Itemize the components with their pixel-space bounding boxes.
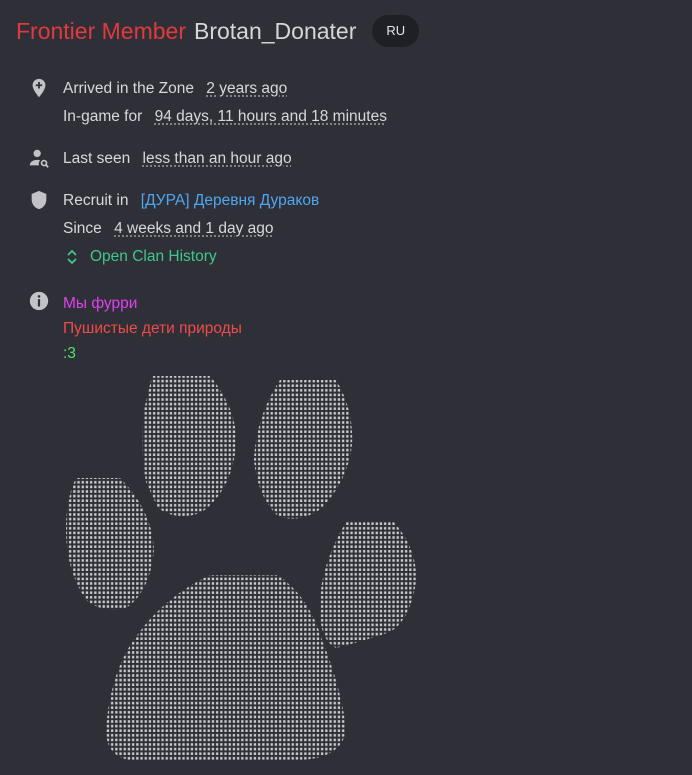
ingame-value[interactable]: 94 days, 11 hours and 18 minutes: [155, 108, 387, 125]
bio-line-3: :3: [63, 345, 76, 362]
open-clan-history-button[interactable]: Open Clan History: [66, 248, 217, 266]
lastseen-label: Last seen: [63, 150, 131, 167]
lastseen-value[interactable]: less than an hour ago: [143, 150, 292, 167]
arrived-label: Arrived in the Zone: [63, 80, 194, 97]
paw-ascii-art: [60, 370, 420, 765]
profile-header: Frontier Member Brotan_Donater RU: [16, 15, 420, 47]
player-username: Brotan_Donater: [193, 17, 357, 44]
lastseen-row: Last seen less than an hour ago: [63, 150, 292, 168]
open-clan-history-label: Open Clan History: [90, 248, 217, 265]
bio-line-2: Пушистые дети природы: [63, 320, 242, 337]
ingame-row: In-game for 94 days, 11 hours and 18 min…: [63, 108, 387, 126]
arrived-value[interactable]: 2 years ago: [206, 80, 287, 97]
location-pin-plus-icon: [28, 77, 50, 99]
user-search-icon: [28, 147, 50, 169]
bio-line-1: Мы фурри: [63, 295, 138, 312]
chevron-up-down-icon: [66, 249, 78, 265]
info-icon: [28, 290, 50, 312]
clan-label: Recruit in: [63, 192, 129, 209]
player-rank: Frontier Member: [16, 17, 186, 44]
clan-since-row: Since 4 weeks and 1 day ago: [63, 220, 274, 238]
region-badge: RU: [372, 15, 420, 47]
clan-since-label: Since: [63, 220, 102, 237]
player-profile: Frontier Member Brotan_Donater RU Arrive…: [0, 0, 692, 775]
clan-since-value[interactable]: 4 weeks and 1 day ago: [114, 220, 273, 237]
clan-row: Recruit in [ДУРА] Деревня Дураков: [63, 192, 319, 210]
arrived-row: Arrived in the Zone 2 years ago: [63, 80, 287, 98]
clan-name-link[interactable]: [ДУРА] Деревня Дураков: [141, 192, 319, 209]
ingame-label: In-game for: [63, 108, 143, 125]
shield-icon: [28, 189, 50, 211]
